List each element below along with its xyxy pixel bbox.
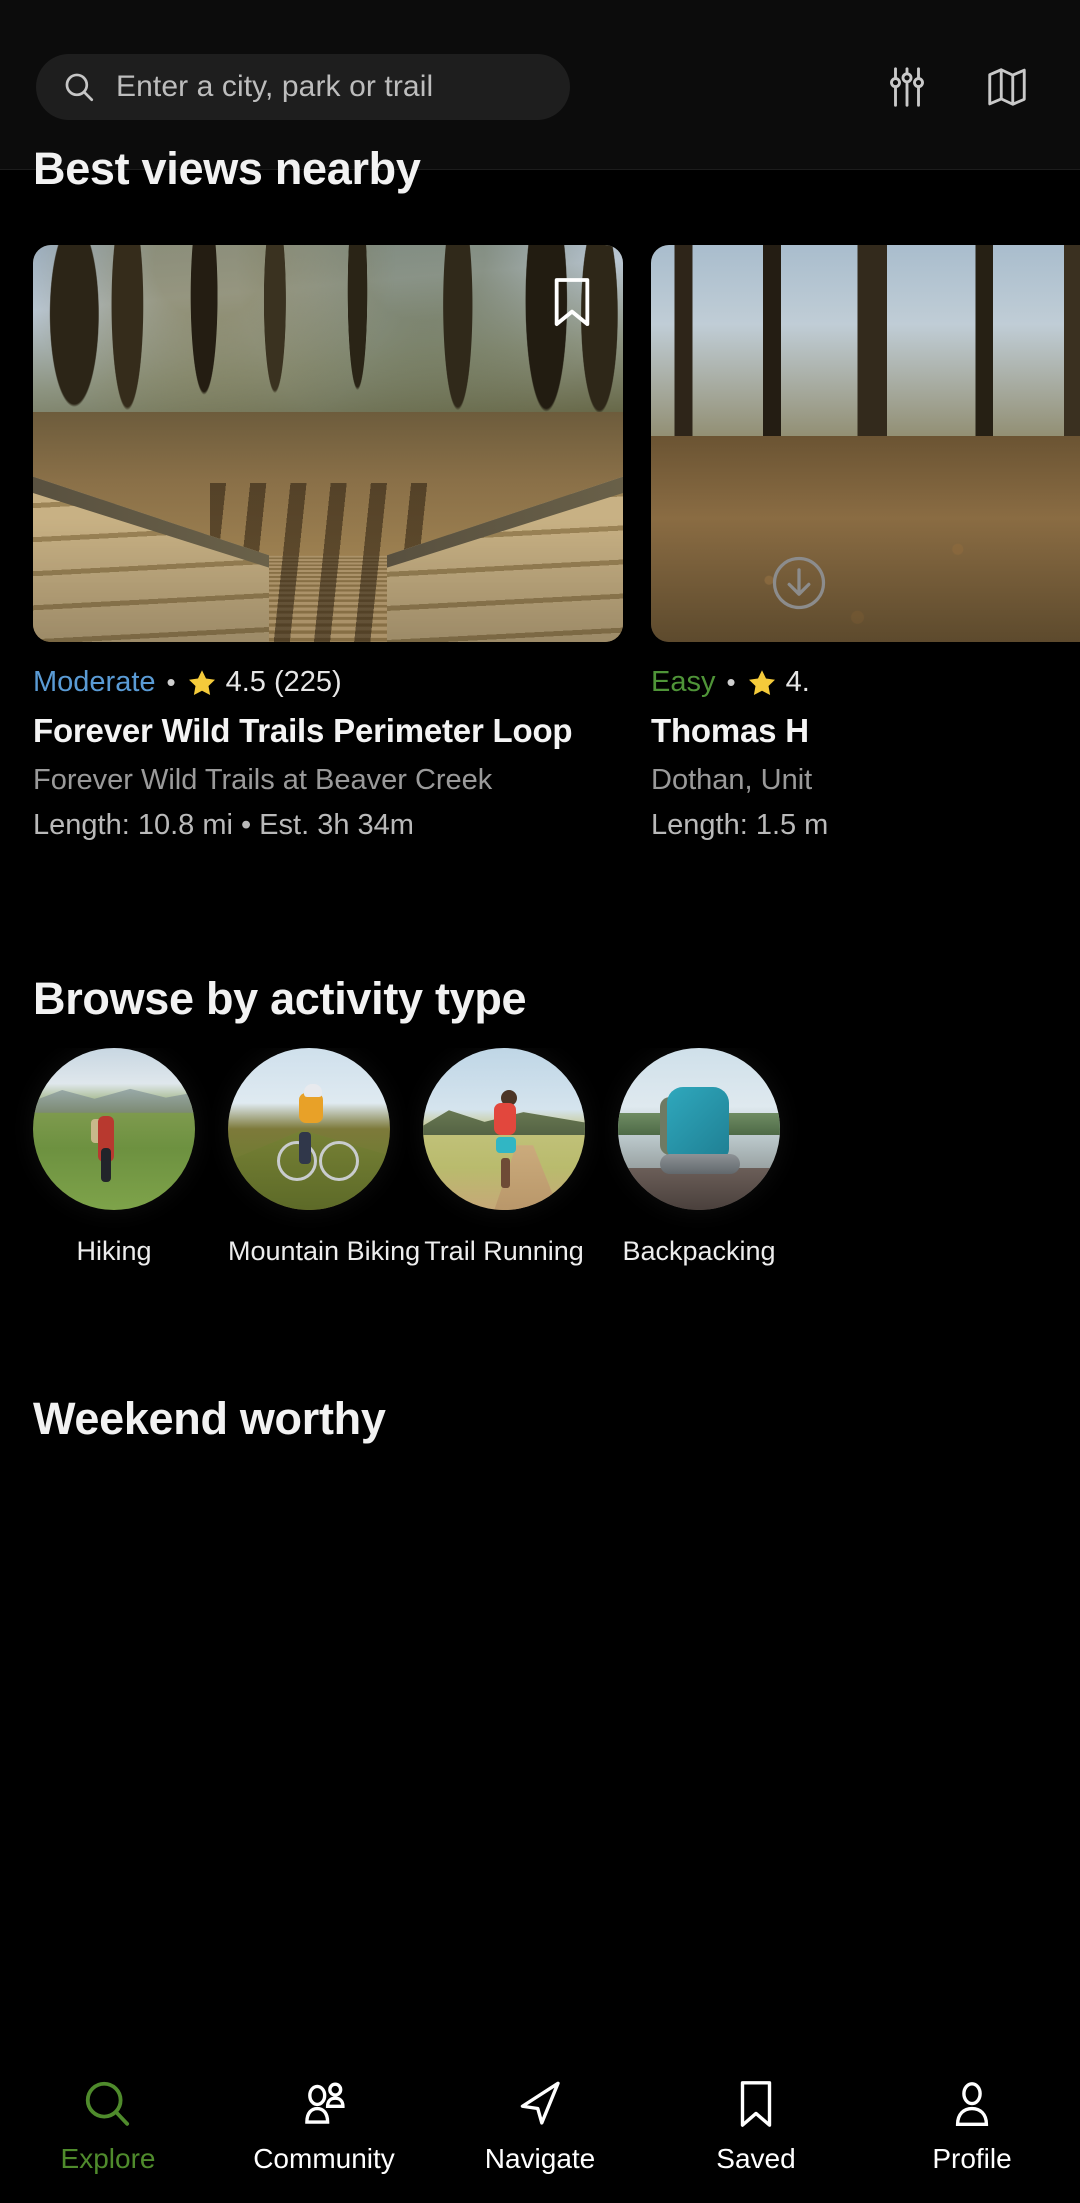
trail-card-rating-row: Moderate • 4.5 (225) [33,666,623,699]
star-icon [748,669,775,695]
trail-card-title: Forever Wild Trails Perimeter Loop [33,712,573,749]
trail-card-stats: Length: 1.5 m [651,809,829,841]
activity-item-hiking[interactable]: Hiking [33,1048,195,1338]
thumb-runner-shorts [495,1137,516,1154]
header-actions [884,64,1044,110]
rating-value: 4. [785,666,810,698]
navigation-arrow-icon [520,2081,560,2125]
photo-leaf-litter [651,435,1080,642]
activity-thumbnail[interactable] [33,1048,195,1210]
map-icon[interactable] [984,64,1030,110]
nav-item-community[interactable]: Community [216,2077,432,2175]
thumb-rider-legs [299,1132,312,1165]
meta-separator: • [726,667,736,697]
nav-label: Community [253,2143,395,2174]
bottom-navigation: Explore Community Navigate Saved Profile [0,2053,1080,2203]
difficulty-badge: Moderate [33,666,156,698]
nav-label: Explore [60,2143,156,2174]
activity-thumbnail[interactable] [618,1048,780,1210]
thumb-wheel-front [318,1140,359,1181]
trail-card-photo[interactable] [651,245,1080,642]
bookmark-icon[interactable] [549,275,595,331]
thumb-hiker-legs [101,1148,112,1183]
app-root: Enter a city, park or trail Best views n [0,0,1080,2203]
rating-value: 4.5 [225,666,266,698]
activity-item-trail-running[interactable]: Trail Running [423,1048,585,1338]
trail-card-meta: Easy • 4. Thomas H Dothan, Unit Length: … [651,642,1080,842]
thumb-scene [33,1048,195,1210]
activity-thumbnail[interactable] [228,1048,390,1210]
trail-card-meta: Moderate • 4.5 (225) Forever Wild Trails… [33,642,623,842]
nav-item-profile[interactable]: Profile [864,2077,1080,2175]
thumb-runner-torso [494,1103,517,1136]
activity-label: Hiking [76,1236,152,1266]
sliders-filter-icon[interactable] [884,64,930,110]
thumb-runner-legs [500,1158,510,1189]
trail-card-carousel[interactable]: Moderate • 4.5 (225) Forever Wild Trails… [0,245,1080,865]
nav-label: Profile [932,2143,1012,2174]
thumb-rider-torso [299,1093,324,1124]
nav-item-saved[interactable]: Saved [648,2077,864,2175]
trail-card-location: Dothan, Unit [651,764,813,796]
activity-thumbnail[interactable] [423,1048,585,1210]
trail-card[interactable]: Moderate • 4.5 (225) Forever Wild Trails… [33,245,623,865]
review-count: (225) [274,666,342,698]
activity-item-backpacking[interactable]: Backpacking [618,1048,780,1338]
trail-card[interactable]: Easy • 4. Thomas H Dothan, Unit Length: … [651,245,1080,865]
nav-label: Navigate [484,2143,596,2174]
trail-card-stats: Length: 10.8 mi • Est. 3h 34m [33,809,414,841]
search-placeholder: Enter a city, park or trail [116,69,434,103]
search-input[interactable]: Enter a city, park or trail [36,53,570,120]
thumb-rock [618,1167,780,1210]
activity-label: Trail Running [424,1236,584,1266]
download-circle-icon[interactable] [771,555,827,611]
bookmark-icon [740,2081,772,2127]
trail-card-location: Forever Wild Trails at Beaver Creek [33,764,493,796]
activity-type-row[interactable]: Hiking Mountain Biking Trail Running Bac… [0,1048,1080,1338]
activity-item-mountain-biking[interactable]: Mountain Biking [228,1048,421,1338]
nav-item-explore[interactable]: Explore [0,2077,216,2175]
trail-card-rating-row: Easy • 4. [651,666,1080,699]
nav-item-navigate[interactable]: Navigate [432,2077,648,2175]
thumb-sleeping-mat [660,1154,741,1175]
activity-label: Mountain Biking [228,1236,421,1266]
section-title-best-views: Best views nearby [33,143,421,194]
meta-separator: • [166,667,176,697]
star-icon [188,669,215,695]
person-icon [955,2082,989,2126]
section-title-activity: Browse by activity type [33,973,527,1024]
nav-label: Saved [716,2143,796,2174]
difficulty-badge: Easy [651,666,716,698]
trail-card-title: Thomas H [651,712,809,749]
people-icon [305,2082,345,2124]
search-icon [65,73,94,101]
activity-label: Backpacking [622,1236,776,1266]
thumb-backpack [666,1086,729,1159]
trail-card-photo[interactable] [33,245,623,642]
section-title-weekend: Weekend worthy [33,1393,386,1444]
search-icon [85,2081,130,2126]
thumb-helmet [304,1083,323,1097]
